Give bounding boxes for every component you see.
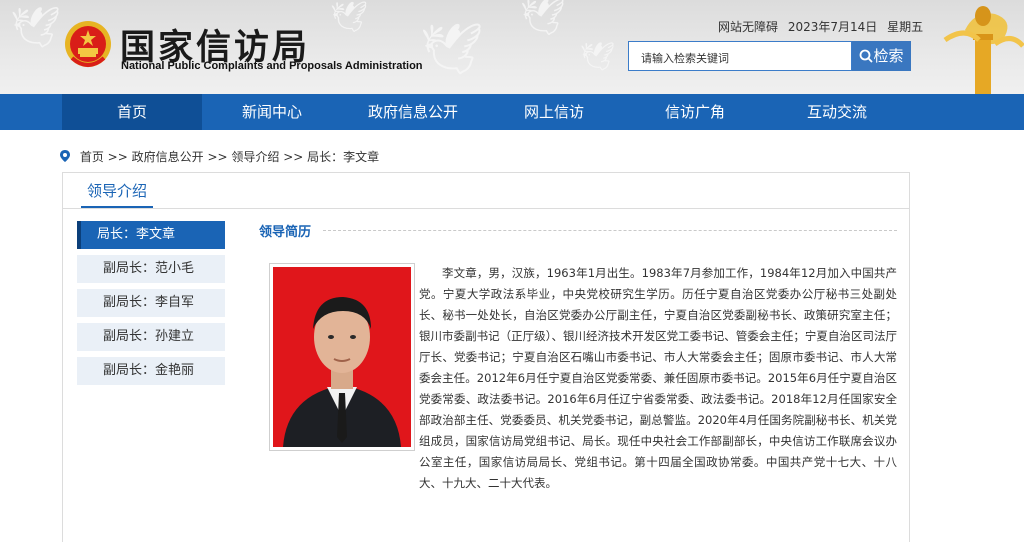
breadcrumb-leaders[interactable]: 领导介绍	[231, 150, 279, 164]
national-emblem-icon	[65, 21, 111, 67]
leader-bio-text: 李文章，男，汉族，1963年1月出生。1983年7月参加工作，1984年12月加…	[419, 266, 897, 490]
weekday-text: 星期五	[887, 20, 924, 34]
sidebar-item-deputy-2[interactable]: 副局长：李自军	[77, 289, 225, 317]
date-text: 2023年7月14日	[787, 20, 878, 34]
dove-decoration-icon: 🕊	[520, 0, 566, 38]
leader-portrait	[273, 267, 411, 447]
nav-item-gov-info[interactable]: 政府信息公开	[342, 94, 484, 130]
search-button-label: 检索	[873, 47, 904, 65]
leaders-panel: 领导介绍 局长：李文章 副局长：范小毛 副局长：李自军 副局长：孙建立 副局长：…	[62, 172, 910, 542]
panel-header: 领导介绍	[63, 173, 909, 209]
sidebar-item-deputy-4[interactable]: 副局长：金艳丽	[77, 357, 225, 385]
nav-item-home[interactable]: 首页	[62, 94, 202, 130]
leader-photo-frame	[269, 263, 415, 451]
dove-decoration-icon: 🕊	[420, 20, 484, 78]
breadcrumb-separator: >>	[207, 150, 228, 164]
site-name-en: National Public Complaints and Proposals…	[121, 60, 423, 72]
breadcrumb-current: 局长：李文章	[307, 150, 380, 164]
breadcrumb-separator: >>	[107, 150, 128, 164]
breadcrumb: 首页 >> 政府信息公开 >> 领导介绍 >> 局长：李文章	[60, 148, 379, 165]
nav-item-petition-perspective[interactable]: 信访广角	[624, 94, 766, 130]
main-nav: 首页 新闻中心 政府信息公开 网上信访 信访广角 互动交流	[0, 94, 1024, 130]
leader-sidebar: 局长：李文章 副局长：范小毛 副局长：李自军 副局长：孙建立 副局长：金艳丽	[77, 221, 225, 391]
dove-decoration-icon: 🕊	[330, 0, 369, 35]
site-header: 🕊 🕊 🕊 🕊 🕊 国家信访局 National Public Complain…	[0, 0, 1024, 94]
sidebar-item-director[interactable]: 局长：李文章	[77, 221, 225, 249]
search-button[interactable]: 检索	[852, 41, 911, 71]
content-title: 领导简历	[259, 225, 312, 240]
breadcrumb-home[interactable]: 首页	[80, 150, 104, 164]
dove-decoration-icon: 🕊	[580, 40, 616, 73]
location-pin-icon	[60, 150, 70, 162]
search-icon	[860, 49, 874, 63]
sidebar-item-deputy-1[interactable]: 副局长：范小毛	[77, 255, 225, 283]
panel-title: 领导介绍	[81, 173, 154, 208]
accessibility-link[interactable]: 网站无障碍	[718, 20, 778, 34]
search-input[interactable]: 请输入检索关键词	[628, 41, 852, 71]
nav-item-online-petition[interactable]: 网上信访	[484, 94, 624, 130]
breadcrumb-separator: >>	[283, 150, 304, 164]
header-utility-links: 网站无障碍 2023年7月14日 星期五	[718, 18, 929, 35]
content-title-rule	[323, 230, 897, 231]
nav-item-news[interactable]: 新闻中心	[202, 94, 342, 130]
nav-item-interaction[interactable]: 互动交流	[766, 94, 908, 130]
sidebar-item-deputy-3[interactable]: 副局长：孙建立	[77, 323, 225, 351]
breadcrumb-gov-info[interactable]: 政府信息公开	[132, 150, 204, 164]
huabiao-pillar-icon	[943, 6, 1024, 94]
dove-decoration-icon: 🕊	[10, 5, 61, 51]
